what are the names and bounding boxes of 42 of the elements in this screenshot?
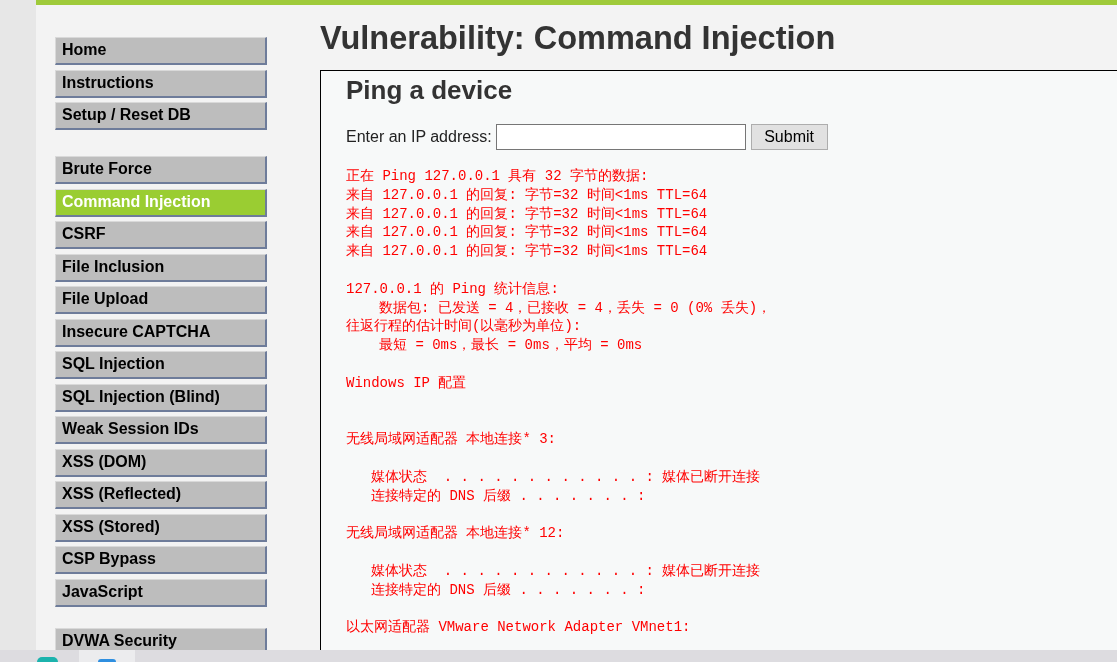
- menu-item[interactable]: Setup / Reset DB: [55, 102, 267, 130]
- console-output-line: 媒体状态 . . . . . . . . . . . . : 媒体已断开连接: [371, 561, 761, 581]
- menu-item[interactable]: File Upload: [55, 286, 267, 314]
- console-output-line: 127.0.0.1 的 Ping 统计信息:: [346, 279, 559, 299]
- console-output-line: Windows IP 配置: [346, 373, 467, 393]
- console-output-line: 无线局域网适配器 本地连接* 12:: [346, 524, 565, 543]
- menu-item[interactable]: Instructions: [55, 69, 267, 98]
- menu-item[interactable]: SQL Injection (Blind): [55, 383, 267, 412]
- menu-item[interactable]: Brute Force: [55, 156, 267, 184]
- console-output-line: 无线局域网适配器 本地连接* 3:: [346, 430, 556, 449]
- menu-item[interactable]: Insecure CAPTCHA: [55, 318, 267, 347]
- menu-item[interactable]: XSS (DOM): [55, 448, 267, 477]
- menu-item[interactable]: Weak Session IDs: [55, 416, 267, 444]
- console-output-line: 正在 Ping 127.0.0.1 具有 32 字节的数据:: [346, 167, 649, 186]
- console-output-line: 往返行程的估计时间(以毫秒为单位):: [346, 317, 582, 337]
- menu-item[interactable]: CSP Bypass: [55, 546, 267, 574]
- console-output-line: 以太网适配器 VMware Network Adapter VMnet1:: [346, 618, 691, 637]
- menu-item[interactable]: XSS (Reflected): [55, 481, 267, 509]
- taskbar-button[interactable]: [79, 650, 135, 662]
- menu-item[interactable]: CSRF: [55, 221, 267, 249]
- ip-address-input[interactable]: [495, 124, 746, 150]
- menu-item[interactable]: Home: [55, 37, 267, 65]
- console-output-line: 连接特定的 DNS 后缀 . . . . . . . :: [371, 580, 646, 600]
- submit-button[interactable]: Submit: [750, 124, 828, 150]
- ip-field-label: Enter an IP address:: [346, 127, 492, 147]
- console-output-line: 最短 = 0ms，最长 = 0ms，平均 = 0ms: [379, 336, 643, 355]
- console-output-line: 连接特定的 DNS 后缀 . . . . . . . :: [371, 486, 646, 506]
- app-icon[interactable]: [37, 657, 58, 662]
- console-output-line: 来自 127.0.0.1 的回复: 字节=32 时间<1ms TTL=64: [346, 242, 708, 261]
- app-icon[interactable]: [98, 659, 116, 662]
- console-output-line: 数据包: 已发送 = 4，已接收 = 4，丢失 = 0 (0% 丢失)，: [379, 298, 772, 318]
- menu-item[interactable]: JavaScript: [55, 578, 267, 607]
- console-output-line: 来自 127.0.0.1 的回复: 字节=32 时间<1ms TTL=64: [346, 185, 708, 205]
- menu-item[interactable]: SQL Injection: [55, 351, 267, 379]
- panel-title: Ping a device: [346, 75, 514, 105]
- console-output-line: 来自 127.0.0.1 的回复: 字节=32 时间<1ms TTL=64: [346, 204, 708, 224]
- console-output-line: 媒体状态 . . . . . . . . . . . . : 媒体已断开连接: [371, 467, 761, 487]
- console-output-line: 来自 127.0.0.1 的回复: 字节=32 时间<1ms TTL=64: [346, 223, 708, 243]
- page-title: Vulnerability: Command Injection: [320, 19, 837, 58]
- menu-item[interactable]: DVWA Security: [55, 627, 267, 650]
- menu-item[interactable]: File Inclusion: [55, 253, 267, 282]
- menu-item[interactable]: XSS (Stored): [55, 513, 267, 542]
